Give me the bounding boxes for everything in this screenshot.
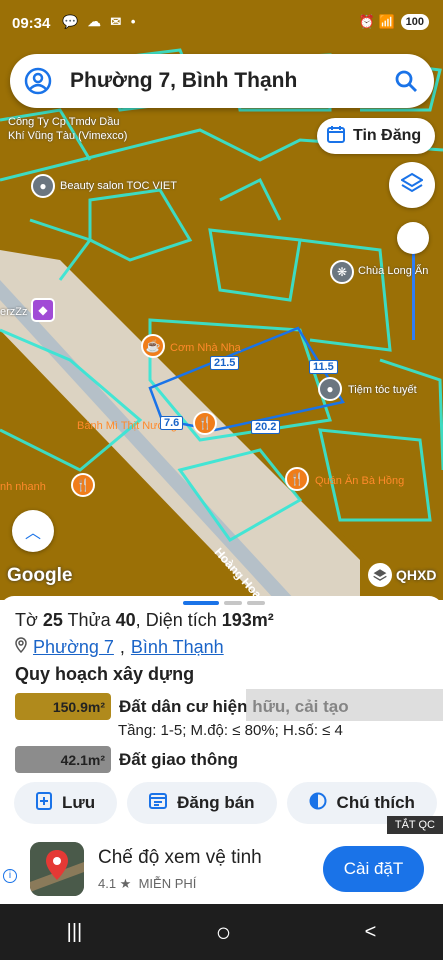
parcel-summary: Tờ 25 Thửa 40, Diện tích 193m² [15, 610, 274, 630]
restaurant-icon[interactable]: 🍴 [193, 411, 217, 435]
ward-link[interactable]: Phường 7 [33, 637, 114, 658]
recent-apps-button[interactable]: ||| [67, 921, 83, 944]
tin-dang-label: Tin Đăng [353, 127, 422, 144]
zone-area-tag: 42.1m² [15, 746, 111, 773]
dimension-label: 21.5 [210, 356, 240, 370]
tin-dang-button[interactable]: Tin Đăng [317, 118, 435, 154]
food-icon[interactable]: ☕ [141, 334, 165, 358]
search-title[interactable]: Phường 7, Bình Thạnh [70, 69, 297, 93]
listing-icon [149, 792, 168, 814]
zone-area-tag: 150.9m² [15, 693, 111, 720]
sell-button[interactable]: Đăng bán [127, 782, 277, 824]
calendar-icon [327, 125, 345, 148]
pager-dot [183, 601, 219, 605]
poi-label-nhanh[interactable]: nh nhanh [0, 481, 46, 493]
save-label: Lưu [62, 793, 96, 812]
opacity-slider-track[interactable] [412, 240, 415, 340]
account-icon[interactable] [24, 67, 52, 100]
location-pin-icon[interactable]: ● [31, 174, 55, 198]
thua-label: Thửa [67, 610, 111, 630]
location-pin-outline-icon [15, 637, 27, 658]
place-marker-icon[interactable]: ● [318, 377, 342, 401]
install-button[interactable]: Cài đặT [323, 846, 424, 892]
status-time: 09:34 [12, 15, 51, 32]
district-link[interactable]: Bình Thạnh [131, 637, 224, 658]
google-logo: Google [7, 565, 73, 586]
zone-detail: Tầng: 1-5; M.độ: ≤ 80%; H.số: ≤ 4 [118, 722, 343, 739]
search-icon[interactable] [394, 69, 418, 98]
map-view[interactable]: 09:34 💬 ☁ ✉ • ⏰ 📶 100 Phường 7, Bình Thạ… [0, 0, 443, 600]
zone-label: Đất giao thông [119, 749, 238, 769]
system-nav-bar: ||| ○ < [0, 904, 443, 960]
poi-label-cong-ty-2[interactable]: Khí Vũng Tàu (Vimexco) [8, 130, 127, 142]
chevron-up-icon: ︿ [24, 525, 41, 542]
qhxd-label: QHXD [396, 567, 437, 583]
close-ad-button[interactable]: TẮT QC [386, 816, 443, 834]
sell-label: Đăng bán [177, 793, 255, 812]
zoning-title: Quy hoạch xây dựng [15, 664, 195, 684]
notification-icons: 💬 ☁ ✉ • [62, 14, 139, 29]
temple-icon[interactable]: ❋ [330, 260, 354, 284]
poi-label-zerz[interactable]: erzZz [0, 306, 28, 318]
thua-value: 40 [115, 610, 136, 630]
zone-row[interactable]: 42.1m² Đất giao thông [15, 746, 238, 773]
poi-label-com-nha[interactable]: Cơm Nhà Nha [170, 342, 241, 354]
poi-label-toc-tuyet[interactable]: Tiệm tóc tuyết [348, 384, 417, 396]
pager-dot [224, 601, 242, 605]
ad-rating: 4.1 ★ [98, 876, 132, 891]
collapse-button[interactable]: ︿ [12, 510, 54, 552]
layers-icon-small [368, 563, 392, 587]
poi-label-quan-an[interactable]: Quán Ăn Bà Hồng [315, 475, 404, 487]
app-icon[interactable] [30, 842, 84, 896]
opacity-slider-knob[interactable] [397, 222, 429, 254]
back-button[interactable]: < [365, 921, 377, 944]
status-bar: 09:34 💬 ☁ ✉ • ⏰ 📶 100 [0, 0, 443, 50]
place-separator: , [119, 637, 125, 657]
restaurant-icon-3[interactable]: 🍴 [285, 467, 309, 491]
area-value: 193m² [221, 610, 274, 630]
ad-title: Chế độ xem vệ tinh [98, 847, 262, 868]
bookmark-plus-icon [36, 791, 52, 815]
poi-label-cong-ty[interactable]: Công Ty Cp Tmdv Dầu [8, 116, 119, 128]
qhxd-toggle[interactable]: QHXD [368, 563, 436, 587]
dimension-label: 7.6 [160, 416, 184, 430]
poi-label-chua[interactable]: Chùa Long Ẩn [358, 265, 428, 277]
layers-button[interactable] [389, 162, 435, 208]
to-value: 25 [42, 610, 63, 630]
overlay-panel [246, 689, 443, 721]
info-icon[interactable]: i [3, 869, 17, 883]
contrast-icon [309, 792, 327, 815]
shopping-icon[interactable]: ◆ [31, 298, 55, 322]
dimension-label: 11.5 [309, 360, 338, 374]
save-button[interactable]: Lưu [14, 782, 118, 824]
status-right: ⏰ 📶 100 [359, 14, 429, 30]
search-bar[interactable]: Phường 7, Bình Thạnh [10, 54, 434, 108]
layers-icon [400, 172, 424, 199]
ad-price: MIỄN PHÍ [138, 876, 197, 891]
to-label: Tờ [15, 610, 38, 630]
legend-label: Chú thích [336, 793, 415, 812]
ad-subtitle: 4.1 ★ MIỄN PHÍ [98, 876, 196, 892]
signal-icon: ⏰ 📶 [358, 14, 395, 29]
dimension-label: 20.2 [251, 420, 281, 434]
home-button[interactable]: ○ [216, 917, 232, 948]
ad-banner[interactable]: TẮT QC i Chế độ xem vệ tinh 4.1 ★ MIỄN P… [0, 816, 443, 904]
pager-dot [247, 601, 265, 605]
action-row: Lưu Đăng bán Chú thích [14, 782, 437, 824]
poi-label-beauty-salon[interactable]: Beauty salon TOC VIET [60, 180, 177, 192]
sheet-pager [183, 601, 265, 605]
battery-icon: 100 [400, 14, 429, 30]
restaurant-icon-2[interactable]: 🍴 [71, 473, 95, 497]
area-label: Diện tích [145, 610, 217, 630]
place-line: Phường 7, Bình Thạnh [15, 637, 224, 658]
